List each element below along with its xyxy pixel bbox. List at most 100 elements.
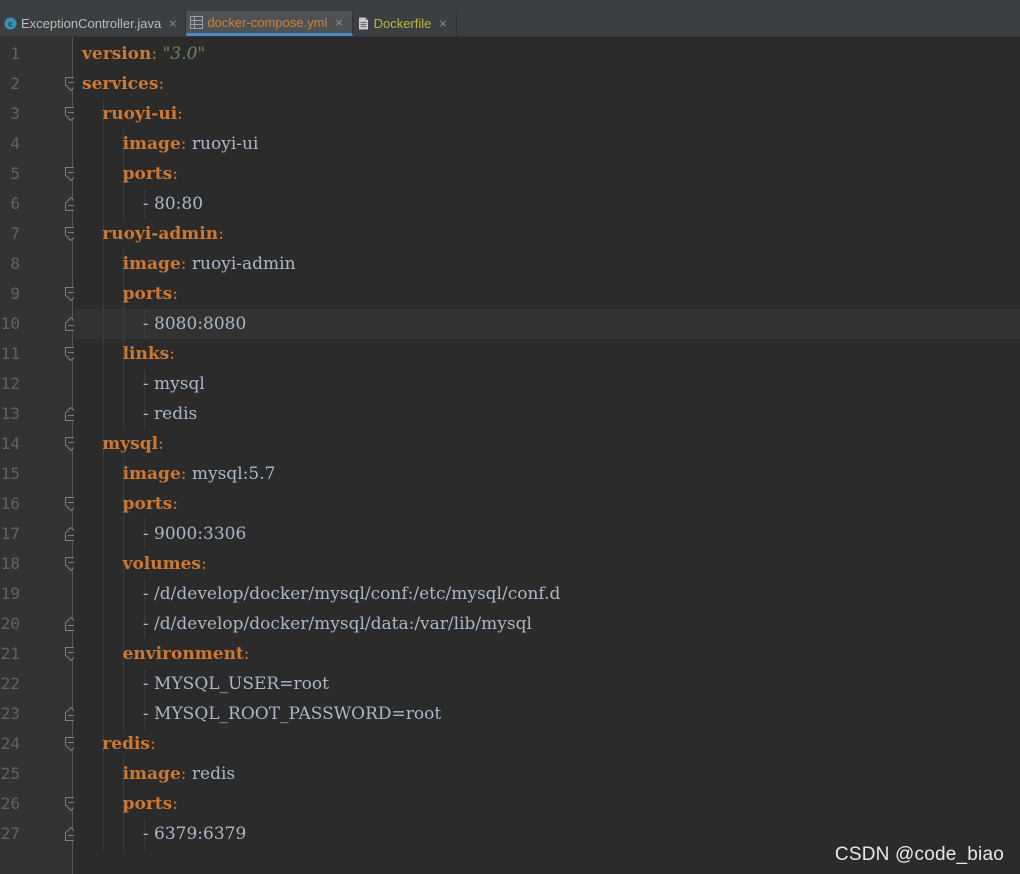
tab-exception-controller[interactable]: c ExceptionController.java × — [0, 11, 187, 36]
code-editor[interactable]: version: "3.0" services: ruoyi-ui: image: r… — [74, 37, 1020, 874]
yaml-key: links — [122, 344, 170, 364]
line-number: 9 — [10, 284, 20, 303]
yaml-value: "3.0" — [162, 44, 206, 64]
line-number: 6 — [10, 194, 20, 213]
yaml-colon: : — [180, 254, 187, 274]
code-line: ports: — [123, 789, 178, 819]
yaml-key: ruoyi-ui — [102, 104, 178, 124]
line-number: 4 — [10, 134, 20, 153]
yaml-key: volumes — [122, 554, 202, 574]
yaml-colon: : — [243, 644, 250, 664]
watermark: CSDN @code_biao — [834, 844, 1004, 865]
close-icon[interactable]: × — [334, 16, 343, 29]
yaml-list-dash: - — [142, 194, 149, 214]
yaml-key: image — [122, 134, 181, 154]
yaml-key: ruoyi-admin — [102, 224, 219, 244]
yaml-list-item: 80:80 — [154, 194, 204, 214]
tab-docker-compose[interactable]: docker-compose.yml × — [186, 11, 353, 36]
yaml-key: ports — [122, 284, 173, 304]
yaml-colon: : — [158, 74, 165, 94]
tab-label: docker-compose.yml — [207, 14, 328, 30]
yaml-key: image — [122, 764, 181, 784]
yaml-key: ports — [122, 494, 173, 514]
yaml-key: mysql — [102, 434, 159, 454]
yaml-value: redis — [191, 764, 236, 784]
yaml-colon: : — [158, 434, 164, 454]
yaml-list-item: /d/develop/docker/mysql/conf:/etc/mysql/… — [154, 584, 561, 604]
line-number: 2 — [10, 74, 20, 93]
yaml-list-dash: - — [142, 524, 149, 544]
dockerfile-icon — [358, 17, 368, 30]
yaml-file-icon — [190, 15, 204, 29]
code-line: ruoyi-admin: — [102, 219, 224, 249]
yaml-colon: : — [169, 344, 175, 364]
line-number: 5 — [10, 164, 20, 183]
close-icon[interactable]: × — [168, 17, 177, 30]
tab-dockerfile[interactable]: Dockerfile × — [353, 11, 457, 36]
code-line: - 9000:3306 — [143, 519, 246, 549]
code-line: - MYSQL_ROOT_PASSWORD=root — [143, 699, 441, 729]
code-line: ports: — [123, 489, 178, 519]
yaml-list-dash: - — [142, 704, 149, 724]
tab-strip: c ExceptionController.java × docker-comp… — [0, 11, 457, 36]
code-line: - 6379:6379 — [143, 819, 246, 849]
yaml-list-item: 9000:3306 — [154, 524, 247, 544]
yaml-value: ruoyi-ui — [191, 134, 259, 154]
code-line: ports: — [123, 279, 178, 309]
line-number: 3 — [10, 104, 20, 123]
line-number: 22 — [0, 674, 20, 693]
code-line: - /d/develop/docker/mysql/data:/var/lib/… — [143, 609, 532, 639]
yaml-list-item: 6379:6379 — [154, 824, 247, 844]
code-line: - mysql — [143, 369, 205, 399]
yaml-colon: : — [151, 44, 158, 64]
tab-label: Dockerfile — [373, 16, 432, 31]
yaml-key: image — [122, 254, 181, 274]
yaml-list-dash: - — [142, 374, 149, 394]
line-number: 19 — [0, 584, 20, 603]
yaml-colon: : — [172, 284, 178, 304]
line-number: 17 — [0, 524, 20, 543]
java-class-icon: c — [4, 17, 17, 30]
yaml-value: mysql:5.7 — [191, 464, 276, 484]
line-number: 18 — [0, 554, 20, 573]
code-line: image: ruoyi-admin — [123, 249, 296, 279]
yaml-list-dash: - — [142, 404, 149, 424]
yaml-colon: : — [201, 554, 207, 574]
editor-window: c ExceptionController.java × docker-comp… — [0, 0, 1020, 874]
yaml-key: image — [122, 464, 181, 484]
editor-tab-bar: c ExceptionController.java × docker-comp… — [0, 0, 1020, 37]
yaml-list-item: /d/develop/docker/mysql/data:/var/lib/my… — [154, 614, 532, 634]
code-line: services: — [82, 69, 164, 99]
line-number-gutter[interactable]: 1 2 3 4 5 6 7 8 9 10 11 12 13 14 15 16 17 18 19 20 21 22 23 24 2… — [0, 37, 77, 874]
code-line: links: — [123, 339, 175, 369]
code-line: redis: — [102, 729, 155, 759]
code-line: - 80:80 — [143, 189, 203, 219]
yaml-list-dash: - — [142, 674, 149, 694]
yaml-value: ruoyi-admin — [191, 254, 296, 274]
line-number: 24 — [0, 734, 20, 753]
yaml-list-dash: - — [142, 824, 149, 844]
line-number: 15 — [0, 464, 20, 483]
line-number: 8 — [10, 254, 20, 273]
line-number: 1 — [10, 44, 20, 63]
yaml-colon: : — [172, 794, 178, 814]
code-line: ruoyi-ui: — [102, 99, 183, 129]
yaml-key: version — [82, 44, 152, 64]
close-icon[interactable]: × — [438, 17, 447, 30]
code-line: - 8080:8080 — [143, 309, 246, 339]
line-number: 16 — [0, 494, 20, 513]
code-line: image: ruoyi-ui — [123, 129, 259, 159]
yaml-list-dash: - — [142, 614, 149, 634]
code-line: ports: — [123, 159, 178, 189]
line-number: 20 — [0, 614, 20, 633]
line-number: 11 — [0, 344, 20, 363]
code-line: version: "3.0" — [82, 39, 205, 69]
line-number: 25 — [0, 764, 20, 783]
code-line: image: redis — [123, 759, 236, 789]
code-line: volumes: — [123, 549, 207, 579]
line-number: 23 — [0, 704, 20, 723]
yaml-list-dash: - — [142, 314, 149, 334]
yaml-key: ports — [122, 164, 173, 184]
code-line: - MYSQL_USER=root — [143, 669, 329, 699]
tab-label: ExceptionController.java — [21, 16, 162, 31]
